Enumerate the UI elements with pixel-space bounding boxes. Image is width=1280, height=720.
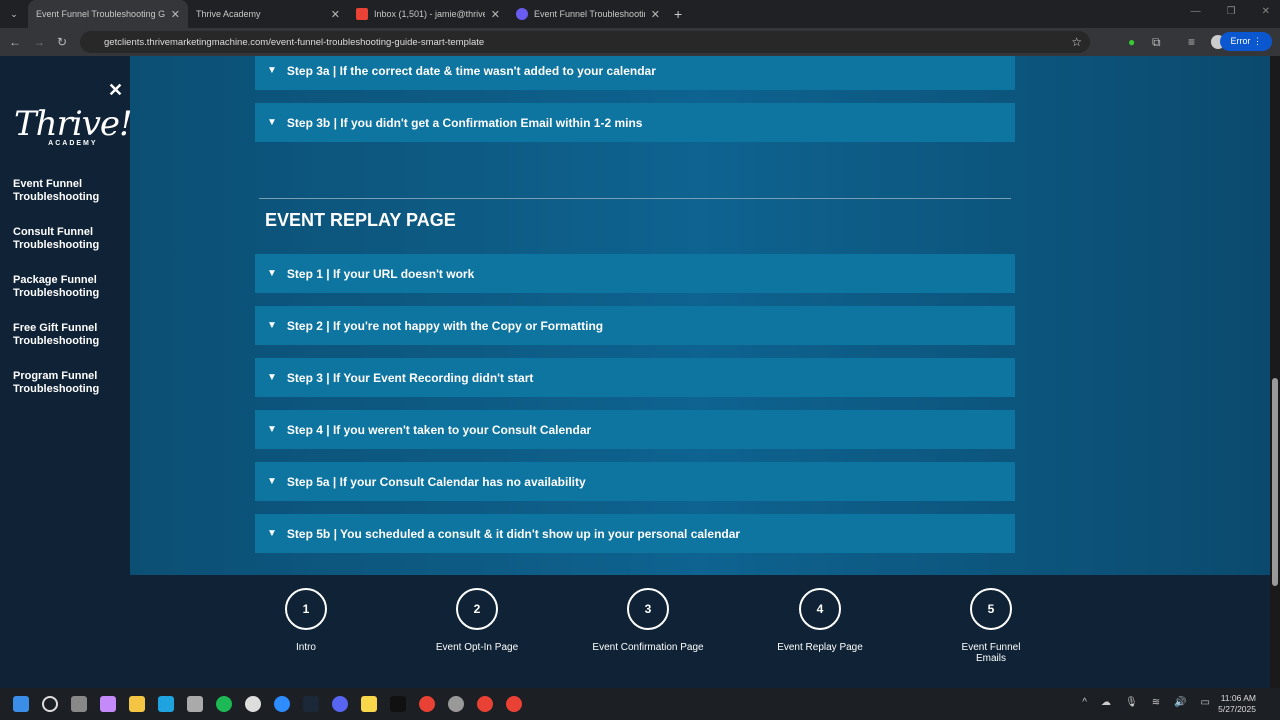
sidebar-item-free-gift-funnel[interactable]: Free Gift Funnel Troubleshooting bbox=[13, 322, 118, 348]
windows-start-icon[interactable] bbox=[13, 696, 29, 712]
file-explorer-icon[interactable] bbox=[129, 696, 145, 712]
chrome-icon[interactable] bbox=[477, 696, 493, 712]
close-icon[interactable]: ✕ bbox=[108, 80, 123, 101]
app-icon[interactable] bbox=[245, 696, 261, 712]
chevron-down-icon: ▼ bbox=[267, 117, 277, 128]
chevron-down-icon: ▼ bbox=[267, 476, 277, 487]
close-window-button[interactable]: ✕ bbox=[1262, 6, 1270, 17]
chrome-icon[interactable] bbox=[506, 696, 522, 712]
media-icon[interactable]: ≡ bbox=[1188, 35, 1195, 49]
sidebar: ✕ Thrive! ACADEMY Event Funnel Troublesho… bbox=[0, 56, 133, 688]
grammarly-icon[interactable]: ● bbox=[1128, 35, 1135, 49]
tab[interactable]: Event Funnel Troubleshooting Guide✕ bbox=[28, 0, 188, 28]
chevron-down-icon: ▼ bbox=[267, 372, 277, 383]
accordion-item[interactable]: ▼ Step 3b | If you didn't get a Confirmat… bbox=[255, 103, 1015, 142]
sidebar-item-package-funnel[interactable]: Package Funnel Troubleshooting bbox=[13, 274, 118, 300]
store-icon[interactable] bbox=[187, 696, 203, 712]
chevron-down-icon: ▼ bbox=[267, 65, 277, 76]
wifi-icon[interactable]: ≋ bbox=[1152, 697, 1160, 708]
chevron-up-icon[interactable]: ^ bbox=[1082, 697, 1087, 708]
tab-bar: ⌄ Event Funnel Troubleshooting Guide✕ Th… bbox=[0, 0, 1280, 28]
accordion-item[interactable]: ▼ Step 4 | If you weren't taken to your C… bbox=[255, 410, 1015, 449]
zoom-icon[interactable] bbox=[274, 696, 290, 712]
step-replay[interactable]: 4 Event Replay Page bbox=[760, 588, 880, 653]
cloud-icon[interactable]: ☁ bbox=[1101, 697, 1111, 708]
accordion-item[interactable]: ▼ Step 2 | If you're not happy with the C… bbox=[255, 306, 1015, 345]
spotify-icon[interactable] bbox=[216, 696, 232, 712]
sidebar-item-consult-funnel[interactable]: Consult Funnel Troubleshooting bbox=[13, 226, 118, 252]
chevron-down-icon: ▼ bbox=[267, 528, 277, 539]
battery-icon[interactable]: ▭ bbox=[1201, 697, 1210, 708]
volume-icon[interactable]: 🔊 bbox=[1174, 697, 1186, 708]
accordion-item[interactable]: ▼ Step 5a | If your Consult Calendar has … bbox=[255, 462, 1015, 501]
sidebar-item-event-funnel[interactable]: Event Funnel Troubleshooting bbox=[13, 178, 118, 204]
reload-icon[interactable]: ↻ bbox=[57, 35, 67, 49]
bookmark-star-icon[interactable]: ☆ bbox=[1071, 35, 1082, 49]
site-icon bbox=[516, 8, 528, 20]
edge-icon[interactable] bbox=[158, 696, 174, 712]
accordion-item[interactable]: ▼ Step 5b | You scheduled a consult & it … bbox=[255, 514, 1015, 553]
address-bar[interactable]: getclients.thrivemarketingmachine.com/ev… bbox=[80, 31, 1090, 53]
chrome-icon[interactable] bbox=[419, 696, 435, 712]
section-title: EVENT REPLAY PAGE bbox=[265, 210, 456, 230]
step-confirmation[interactable]: 3 Event Confirmation Page bbox=[588, 588, 708, 653]
close-tab-icon[interactable]: ✕ bbox=[491, 8, 500, 21]
accordion-item[interactable]: ▼ Step 3a | If the correct date & time wa… bbox=[255, 56, 1015, 90]
app-icon[interactable] bbox=[390, 696, 406, 712]
clock[interactable]: 11:06 AM 5/27/2025 bbox=[1218, 693, 1256, 715]
close-tab-icon[interactable]: ✕ bbox=[171, 8, 180, 21]
forward-icon[interactable]: → bbox=[33, 35, 45, 49]
accordion-item[interactable]: ▼ Step 1 | If your URL doesn't work bbox=[255, 254, 1015, 293]
close-tab-icon[interactable]: ✕ bbox=[331, 8, 340, 21]
step-opt-in[interactable]: 2 Event Opt-In Page bbox=[417, 588, 537, 653]
search-icon[interactable] bbox=[42, 696, 58, 712]
chevron-down-icon: ▼ bbox=[267, 268, 277, 279]
settings-icon[interactable] bbox=[448, 696, 464, 712]
main-content: ▼ Step 3a | If the correct date & time wa… bbox=[130, 56, 1270, 575]
progress-steps: 1 Intro 2 Event Opt-In Page 3 Event Confirm… bbox=[130, 575, 1270, 688]
gmail-icon bbox=[356, 8, 368, 20]
step-emails[interactable]: 5 Event Funnel Emails bbox=[951, 588, 1031, 664]
new-tab-button[interactable]: + bbox=[674, 6, 682, 22]
back-icon[interactable]: ← bbox=[9, 35, 21, 49]
toolbar: ← → ↻ getclients.thrivemarketingmachine.… bbox=[0, 28, 1280, 56]
step-intro[interactable]: 1 Intro bbox=[246, 588, 366, 653]
copilot-icon[interactable] bbox=[100, 696, 116, 712]
maximize-button[interactable]: ❐ bbox=[1227, 6, 1236, 17]
tab-search-button[interactable]: ⌄ bbox=[0, 9, 28, 20]
scrollbar[interactable] bbox=[1270, 56, 1280, 688]
minimize-button[interactable]: — bbox=[1191, 6, 1201, 17]
sticky-notes-icon[interactable] bbox=[361, 696, 377, 712]
close-tab-icon[interactable]: ✕ bbox=[651, 8, 660, 21]
chevron-down-icon: ▼ bbox=[267, 320, 277, 331]
chevron-down-icon: ▼ bbox=[267, 424, 277, 435]
divider bbox=[259, 198, 1011, 199]
extensions-icon[interactable]: ⧉ bbox=[1152, 35, 1161, 50]
tab[interactable]: Event Funnel Troubleshooting Guide✕ bbox=[508, 0, 668, 28]
logo: Thrive! ACADEMY bbox=[14, 104, 133, 147]
tab[interactable]: Thrive Academy ✕ bbox=[188, 0, 348, 28]
discord-icon[interactable] bbox=[332, 696, 348, 712]
scrollbar-thumb[interactable] bbox=[1272, 378, 1278, 586]
accordion-item[interactable]: ▼ Step 3 | If Your Event Recording didn't… bbox=[255, 358, 1015, 397]
tab[interactable]: Inbox (1,501) - jamie@thrive-academy✕ bbox=[348, 0, 508, 28]
task-view-icon[interactable] bbox=[71, 696, 87, 712]
profile-error-button[interactable]: Error ⋮ bbox=[1220, 32, 1272, 51]
taskbar: ^ ☁ 🎙 ≋ 🔊 ▭ 11:06 AM 5/27/2025 bbox=[0, 688, 1280, 720]
microphone-icon[interactable]: 🎙 bbox=[1125, 697, 1138, 708]
steam-icon[interactable] bbox=[303, 696, 319, 712]
sidebar-item-program-funnel[interactable]: Program Funnel Troubleshooting bbox=[13, 370, 118, 396]
